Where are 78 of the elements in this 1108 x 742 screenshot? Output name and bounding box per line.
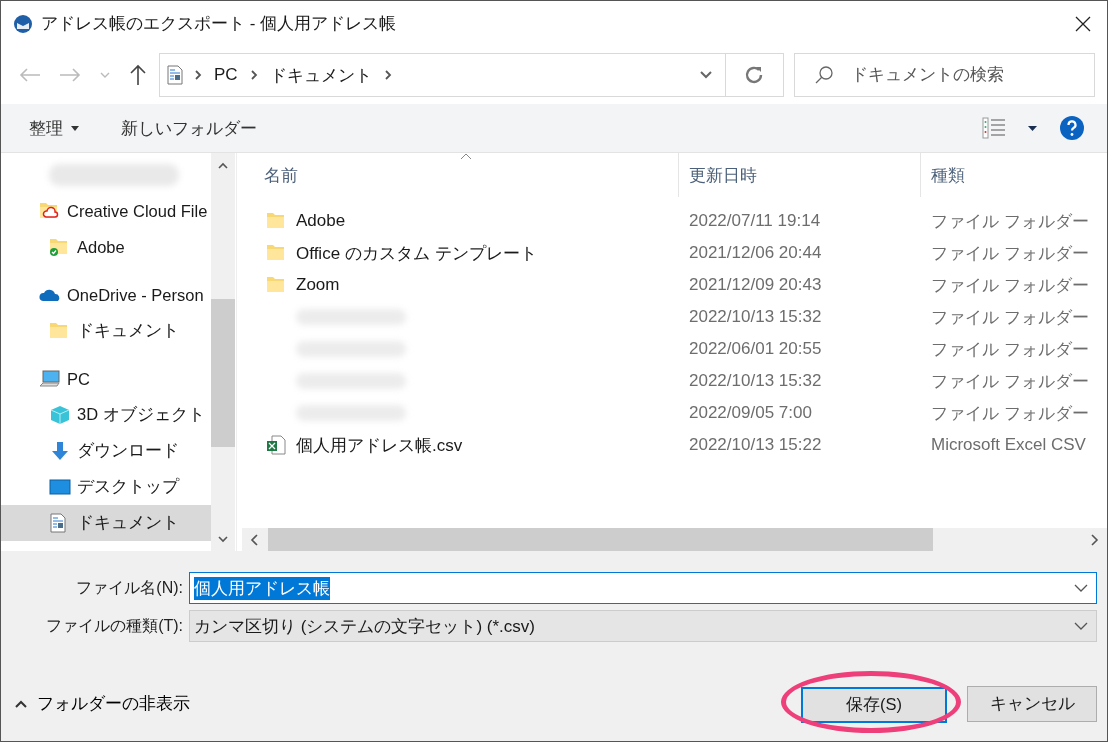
nav-tree-item[interactable]: ドキュメント <box>1 505 211 541</box>
close-icon[interactable] <box>1075 15 1091 32</box>
breadcrumb-item[interactable]: PC <box>212 65 240 85</box>
sort-ascending-icon <box>460 153 472 160</box>
scrollbar-thumb[interactable] <box>211 299 235 447</box>
computer-icon <box>39 369 61 389</box>
cube-icon <box>49 405 71 425</box>
file-type-dropdown[interactable]: カンマ区切り (システムの文字セット) (*.csv) <box>189 610 1097 642</box>
field-label: ファイルの種類(T): <box>45 615 184 636</box>
file-type: ファイル フォルダー <box>930 338 1090 361</box>
chevron-down-icon <box>1074 621 1088 631</box>
file-type: ファイル フォルダー <box>930 210 1090 233</box>
modified-date: 2021/12/09 20:43 <box>688 275 823 295</box>
modified-date: 2022/09/05 7:00 <box>688 403 813 423</box>
scrollbar-thumb[interactable] <box>268 528 933 551</box>
cancel-button[interactable]: キャンセル <box>967 686 1097 722</box>
chevron-right-icon[interactable] <box>383 69 392 81</box>
file-type: ファイル フォルダー <box>930 402 1090 425</box>
column-header[interactable]: 更新日時 <box>679 153 921 197</box>
caret-down-icon <box>71 125 79 131</box>
save-button[interactable]: 保存(S) <box>801 687 947 723</box>
nav-tree-item[interactable]: デスクトップ <box>1 469 211 505</box>
chevron-up-icon[interactable] <box>217 161 229 169</box>
modified-date: 2022/07/11 19:14 <box>688 211 822 231</box>
file-name[interactable]: Office のカスタム テンプレート <box>296 241 537 265</box>
app-logo-icon <box>13 13 33 34</box>
window-title: アドレス帳のエクスポート - 個人用アドレス帳 <box>41 13 397 35</box>
file-type: ファイル フォルダー <box>930 274 1090 297</box>
chevron-right-icon[interactable] <box>1091 533 1099 546</box>
spreadsheet-icon <box>266 435 288 455</box>
search-field[interactable]: ドキュメントの検索 <box>793 53 1095 97</box>
chevron-down-icon[interactable] <box>217 535 229 543</box>
hide-folders-button[interactable]: フォルダーの非表示 <box>15 693 190 715</box>
file-type: ファイル フォルダー <box>930 306 1090 329</box>
modified-date: 2021/12/06 20:44 <box>688 243 823 263</box>
column-header[interactable]: 種類 <box>921 153 1107 197</box>
creative-cloud-folder-icon <box>39 201 61 221</box>
modified-date: 2022/06/01 20:55 <box>688 339 823 359</box>
chevron-down-icon[interactable] <box>698 70 713 80</box>
chevron-down-icon <box>1074 583 1088 593</box>
file-name[interactable]: Zoom <box>296 275 340 295</box>
file-name-field[interactable]: 個人用アドレス帳 <box>189 572 1097 604</box>
column-header[interactable]: 名前 <box>242 153 679 197</box>
modified-date: 2022/10/13 15:32 <box>688 307 823 327</box>
horizontal-scrollbar[interactable] <box>242 528 1107 551</box>
document-icon <box>166 65 184 85</box>
help-icon[interactable] <box>1059 115 1085 141</box>
nav-tree-item[interactable]: Adobe <box>1 229 211 265</box>
down-arrow-icon <box>49 441 71 461</box>
file-type: Microsoft Excel CSV <box>930 435 1087 455</box>
organize-menu-button[interactable]: 整理 <box>19 112 89 144</box>
desktop-icon <box>49 477 71 497</box>
field-label: ファイル名(N): <box>75 577 184 598</box>
nav-tree-item[interactable]: Creative Cloud File <box>1 193 211 229</box>
chevron-right-icon <box>194 69 202 81</box>
nav-tree-item[interactable]: OneDrive - Person <box>1 277 211 313</box>
nav-tree-item[interactable]: ダウンロード <box>1 433 211 469</box>
nav-tree-item[interactable]: 3D オブジェクト <box>1 397 211 433</box>
chevron-left-icon[interactable] <box>250 533 258 546</box>
file-name[interactable]: Adobe <box>296 211 346 231</box>
refresh-icon <box>744 65 765 85</box>
caret-down-icon[interactable] <box>1028 125 1037 131</box>
chevron-right-icon <box>249 69 258 81</box>
chevron-up-icon <box>15 700 27 708</box>
nav-tree-item[interactable]: ドキュメント <box>1 313 211 349</box>
up-arrow-icon[interactable] <box>129 64 147 86</box>
address-bar[interactable]: PC ドキュメント <box>159 53 726 97</box>
modified-date: 2022/10/13 15:22 <box>688 435 823 455</box>
modified-date: 2022/10/13 15:32 <box>688 371 823 391</box>
nav-tree-item[interactable]: PC <box>1 361 211 397</box>
breadcrumb-item[interactable]: ドキュメント <box>267 63 374 87</box>
file-name[interactable]: 個人用アドレス帳.csv <box>296 433 463 457</box>
new-folder-button[interactable]: 新しいフォルダー <box>111 112 267 144</box>
refresh-button[interactable] <box>725 53 784 97</box>
file-type: ファイル フォルダー <box>930 242 1090 265</box>
search-icon <box>813 65 834 85</box>
vertical-scrollbar[interactable] <box>211 153 235 551</box>
file-type: ファイル フォルダー <box>930 370 1090 393</box>
